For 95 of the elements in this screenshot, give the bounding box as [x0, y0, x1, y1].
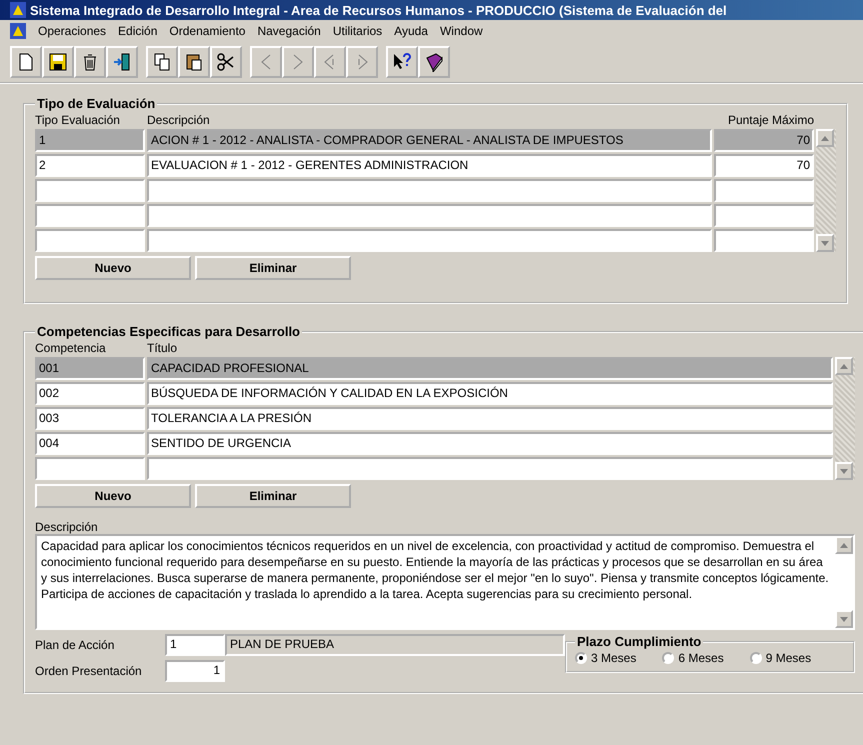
table-cell[interactable]: SENTIDO DE URGENCIA	[147, 432, 833, 455]
save-icon	[48, 52, 68, 72]
scissors-icon	[216, 52, 236, 72]
table-cell[interactable]	[35, 204, 145, 227]
menu-item[interactable]: Ordenamiento	[169, 24, 246, 38]
up-arrow-icon	[840, 542, 848, 548]
table-cell[interactable]: BÚSQUEDA DE INFORMACIÓN Y CALIDAD EN LA EXPOSICIÓN	[147, 382, 833, 405]
scroll-down-button[interactable]	[835, 610, 853, 628]
down-arrow-icon	[821, 240, 829, 246]
exit-door-button[interactable]	[106, 46, 138, 78]
table-cell[interactable]: CAPACIDAD PROFESIONAL	[147, 357, 833, 380]
paste-icon	[184, 52, 204, 72]
table-cell[interactable]	[35, 179, 145, 202]
description-field[interactable]	[35, 534, 855, 630]
table-cell[interactable]: TOLERANCIA A LA PRESIÓN	[147, 407, 833, 430]
last-arrow-button[interactable]	[346, 46, 378, 78]
table-cell[interactable]	[35, 457, 145, 480]
scissors-button[interactable]	[210, 46, 242, 78]
action-button[interactable]: Nuevo	[35, 484, 191, 508]
column-header: Competencia	[35, 341, 107, 355]
app-icon[interactable]	[10, 23, 26, 39]
table-cell[interactable]	[714, 179, 814, 202]
table-cell[interactable]: 003	[35, 407, 145, 430]
scroll-down-button[interactable]	[816, 234, 834, 252]
right-arrow-button[interactable]	[282, 46, 314, 78]
radio-option[interactable]: 3 Meses	[575, 651, 636, 665]
table-cell[interactable]	[147, 457, 833, 480]
help-pointer-button[interactable]	[386, 46, 418, 78]
table-cell[interactable]	[714, 229, 814, 252]
table-cell[interactable]	[147, 204, 712, 227]
column-header: Descripción	[147, 113, 211, 127]
table-cell[interactable]: EVALUACION # 1 - 2012 - GERENTES ADMINISTRACION	[147, 154, 712, 177]
scroll-up-button[interactable]	[835, 357, 853, 375]
field-label: Descripción	[35, 520, 99, 534]
trash-button[interactable]	[74, 46, 106, 78]
radio-option[interactable]: 9 Meses	[750, 651, 812, 665]
plan-code-field[interactable]: 1	[165, 634, 225, 656]
table-cell[interactable]: 004	[35, 432, 145, 455]
column-header: Tipo Evaluación	[35, 113, 121, 127]
radio-option[interactable]: 6 Meses	[662, 651, 724, 665]
up-arrow-icon	[840, 364, 848, 368]
radio-button[interactable]	[662, 652, 674, 664]
table-cell[interactable]: 70	[714, 129, 814, 152]
action-button[interactable]: Nuevo	[35, 256, 191, 280]
table-cell[interactable]: 001	[35, 357, 145, 380]
scrollbar[interactable]	[816, 129, 836, 252]
field-label: Plan de Acción	[35, 638, 116, 652]
menu-item[interactable]: Utilitarios	[332, 24, 382, 38]
book-icon	[424, 52, 444, 72]
table-cell[interactable]: 70	[714, 154, 814, 177]
action-button[interactable]: Eliminar	[195, 256, 351, 280]
radio-button[interactable]	[750, 652, 762, 664]
app-icon	[10, 2, 26, 18]
copy-button[interactable]	[146, 46, 178, 78]
description-text: Capacidad para aplicar los conocimientos técnicos requeridos en un nivel de excelencia, con proactividad y actitud de compromiso. Demuestra el conocimiento funcional requerido para desempeñarse en su puesto. Entiende la mayoría de las prácticas y procesos que se desarrollan en su área y sus interrelaciones. Busca superarse de manera permanente, proponiéndose ser el mejor "en lo suyo". Piensa y transmite conceptos lógicamente. Participa de acciones de capacitación y traslada lo aprendido a la tarea. Acepta sugerencias para su crecimiento personal.	[40, 538, 830, 603]
menu-item[interactable]: Window	[440, 24, 483, 38]
table-cell[interactable]	[35, 229, 145, 252]
menu-item[interactable]: Operaciones	[38, 24, 106, 38]
field-label: Orden Presentación	[35, 664, 143, 678]
table-cell[interactable]: 2	[35, 154, 145, 177]
scrollbar[interactable]	[835, 357, 855, 480]
scroll-down-button[interactable]	[835, 462, 853, 480]
window-title: Sistema Integrado de Desarrollo Integral - Area de Recursos Humanos - PRODUCCIO (Sistema de Evaluación del	[0, 0, 863, 20]
menu-item[interactable]: Ayuda	[394, 24, 428, 38]
left-arrow-button[interactable]	[250, 46, 282, 78]
plan-name-field: PLAN DE PRUEBA	[225, 634, 565, 656]
book-button[interactable]	[418, 46, 450, 78]
table-cell[interactable]: 1	[35, 129, 145, 152]
first-arrow-button[interactable]	[314, 46, 346, 78]
scroll-up-button[interactable]	[816, 129, 834, 147]
order-field[interactable]: 1	[165, 660, 225, 682]
save-button[interactable]	[42, 46, 74, 78]
table-cell[interactable]	[147, 179, 712, 202]
column-header: Título	[147, 341, 178, 355]
new-document-button[interactable]	[10, 46, 42, 78]
table-cell[interactable]: ACION # 1 - 2012 - ANALISTA - COMPRADOR GENERAL - ANALISTA DE IMPUESTOS	[147, 129, 712, 152]
menu-item[interactable]: Navegación	[257, 24, 321, 38]
column-header: Puntaje Máximo	[726, 113, 814, 127]
down-arrow-icon	[840, 468, 848, 474]
panel-title: Competencias Especificas para Desarrollo	[36, 324, 302, 339]
table-cell[interactable]	[714, 204, 814, 227]
radio-button[interactable]	[575, 652, 587, 664]
paste-button[interactable]	[178, 46, 210, 78]
copy-icon	[152, 52, 172, 72]
scroll-up-button[interactable]	[835, 536, 853, 554]
table-cell[interactable]	[147, 229, 712, 252]
help-pointer-icon	[392, 52, 412, 72]
up-arrow-icon	[821, 136, 829, 140]
exit-door-icon	[112, 52, 132, 72]
group-title: Plazo Cumplimiento	[576, 634, 702, 649]
table-cell[interactable]: 002	[35, 382, 145, 405]
down-arrow-icon	[840, 616, 848, 622]
menu-item[interactable]: Edición	[118, 24, 158, 38]
action-button[interactable]: Eliminar	[195, 484, 351, 508]
panel-title: Tipo de Evaluación	[36, 96, 156, 111]
